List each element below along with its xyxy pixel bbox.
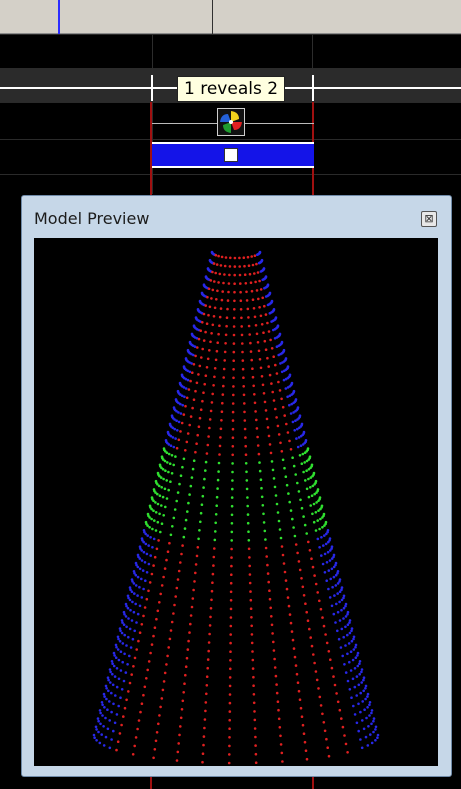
preview-title: Model Preview — [34, 209, 150, 228]
playhead-marker[interactable] — [58, 0, 60, 34]
cone-model-render — [92, 250, 380, 765]
ruler-tick — [212, 0, 213, 34]
grid-column-line — [152, 34, 153, 194]
close-icon[interactable]: ⊠ — [421, 211, 437, 227]
model-preview-window[interactable]: Model Preview ⊠ — [21, 195, 452, 777]
preview-canvas[interactable] — [34, 238, 438, 766]
row-divider — [0, 34, 461, 35]
range-start-handle[interactable] — [151, 75, 153, 101]
time-ruler[interactable] — [0, 0, 461, 34]
pinwheel-glyph — [220, 111, 242, 133]
range-end-handle[interactable] — [312, 75, 314, 101]
preview-titlebar[interactable]: Model Preview ⊠ — [22, 196, 451, 238]
row-divider — [0, 139, 461, 140]
pinwheel-effect-icon[interactable] — [217, 108, 245, 136]
timing-label[interactable]: 1 reveals 2 — [177, 76, 286, 102]
sequencer-app: 1 reveals 2 Model Preview ⊠ — [0, 0, 461, 789]
effect-bar-handle[interactable] — [224, 148, 238, 162]
row-divider — [0, 174, 461, 175]
row-divider — [0, 102, 461, 103]
